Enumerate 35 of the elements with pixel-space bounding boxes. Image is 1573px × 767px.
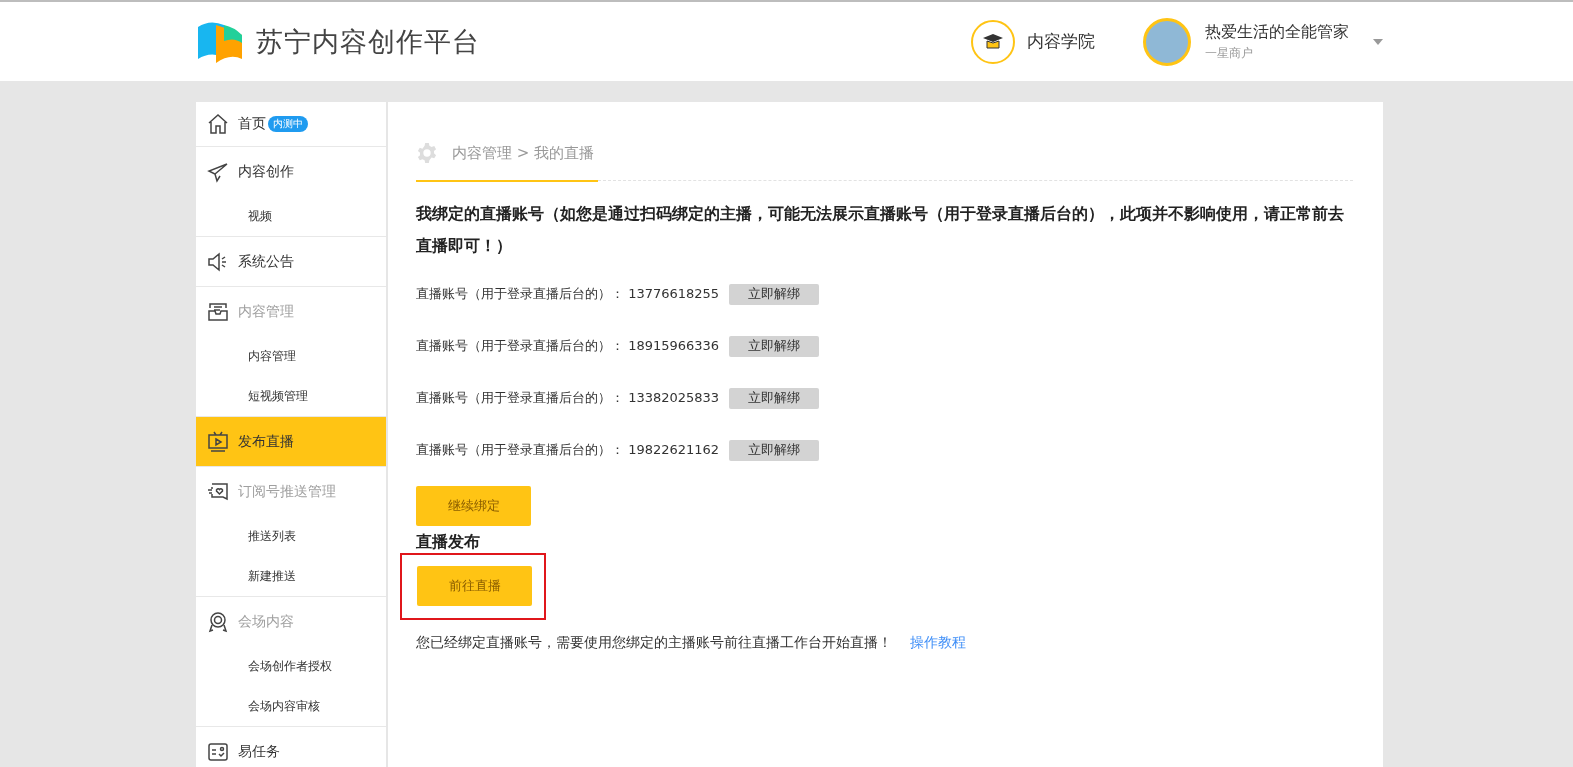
brand-title: 苏宁内容创作平台: [256, 24, 480, 59]
user-name: 热爱生活的全能管家: [1205, 21, 1349, 43]
hint-text: 您已经绑定直播账号，需要使用您绑定的主播账号前往直播工作台开始直播！: [416, 634, 892, 652]
account-text: 直播账号（用于登录直播后台的）： 18915966336: [416, 337, 720, 355]
go-live-button[interactable]: 前往直播: [417, 566, 532, 606]
sidebar-item-label: 首页: [238, 115, 266, 133]
academy-link[interactable]: 内容学院: [971, 19, 1095, 64]
medal-icon: [206, 609, 230, 634]
avatar[interactable]: [1143, 17, 1191, 66]
unbind-button[interactable]: 立即解绑: [729, 439, 820, 461]
notice-text: 我绑定的直播账号（如您是通过扫码绑定的主播，可能无法展示直播账号（用于登录直播后台的），此项并不影响使用，请正常前去直播即可！）: [416, 203, 1345, 257]
sidebar-item[interactable]: 发布直播: [196, 417, 386, 466]
beta-badge: 内测中: [268, 116, 308, 132]
tv-icon: [206, 429, 230, 454]
settings-icon: [416, 142, 438, 164]
sidebar-item-label: 发布直播: [238, 432, 294, 451]
sidebar-item-label: 会场内容: [238, 612, 294, 631]
account-text: 直播账号（用于登录直播后台的）： 19822621162: [416, 441, 720, 459]
user-level: 一星商户: [1205, 44, 1254, 62]
account-text: 直播账号（用于登录直播后台的）： 13776618255: [416, 285, 720, 303]
unbind-button[interactable]: 立即解绑: [729, 387, 820, 409]
home-icon: [206, 112, 230, 136]
breadcrumb: 内容管理 > 我的直播: [452, 143, 595, 163]
sidebar-item-label: 内容管理: [238, 302, 294, 321]
account-text: 直播账号（用于登录直播后台的）： 13382025833: [416, 389, 720, 407]
sidebar-item-label: 系统公告: [238, 252, 294, 271]
unbind-button[interactable]: 立即解绑: [729, 283, 820, 305]
bind-more-button[interactable]: 继续绑定: [416, 486, 531, 526]
caret-icon[interactable]: [1373, 38, 1383, 45]
unbind-button[interactable]: 立即解绑: [729, 335, 820, 357]
sidebar-item-label: 订阅号推送管理: [238, 482, 336, 501]
section-title: 直播发布: [416, 532, 481, 553]
sidebar-item-label: 内容创作: [238, 162, 294, 181]
graduation-cap-icon: [971, 19, 1015, 64]
sidebar-item-label: 易任务: [238, 742, 280, 761]
